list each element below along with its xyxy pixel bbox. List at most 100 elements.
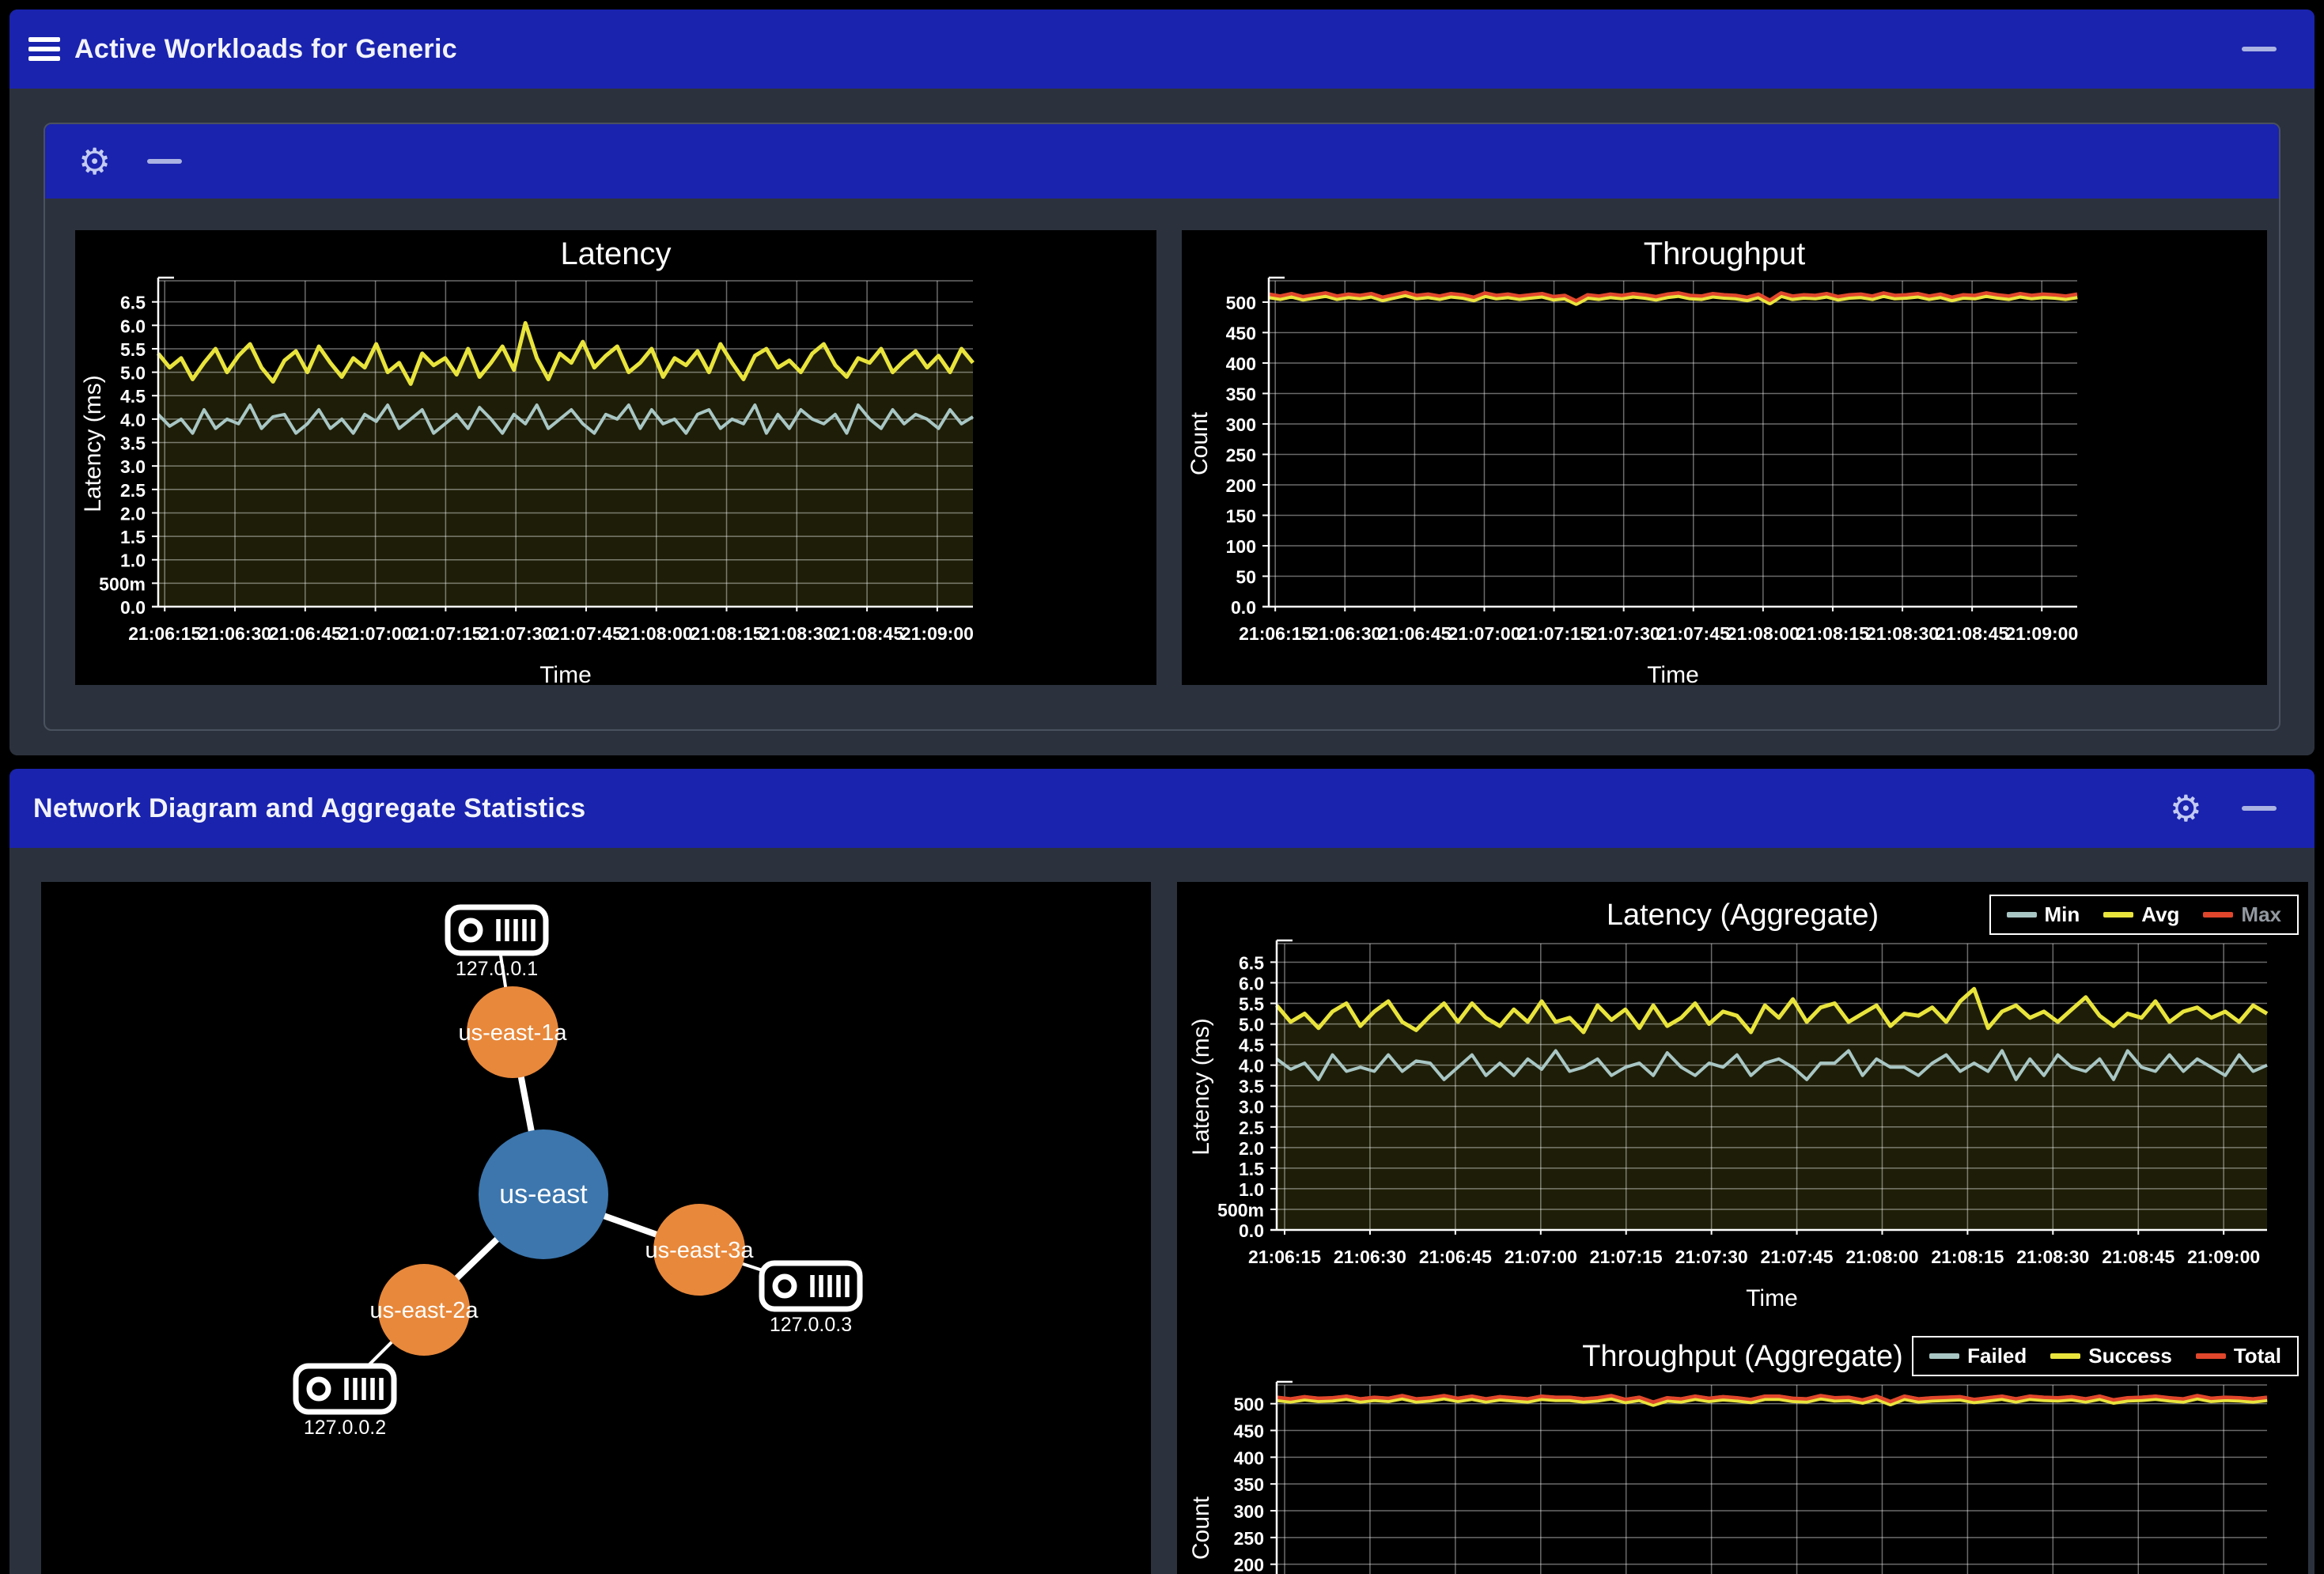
legend-label: Success (2088, 1344, 2172, 1368)
svg-text:0.0: 0.0 (1239, 1220, 1264, 1241)
svg-text:1.0: 1.0 (1239, 1179, 1264, 1200)
svg-text:21:07:45: 21:07:45 (550, 623, 623, 644)
svg-text:21:07:45: 21:07:45 (1657, 623, 1730, 644)
legend-label: Total (2234, 1344, 2281, 1368)
legend-item-avg[interactable]: Avg (2103, 902, 2179, 927)
aggregate-charts: Latency (Aggregate) Min Avg Max 0.0500m1.0… (1177, 882, 2308, 1574)
svg-text:Latency (ms): Latency (ms) (80, 375, 106, 512)
svg-text:6.5: 6.5 (120, 293, 146, 313)
svg-text:5.5: 5.5 (120, 339, 146, 360)
svg-text:Count: Count (1187, 411, 1213, 475)
svg-text:21:08:30: 21:08:30 (2016, 1247, 2089, 1267)
svg-text:21:08:00: 21:08:00 (1727, 623, 1800, 644)
svg-text:21:07:00: 21:07:00 (1448, 623, 1520, 644)
svg-text:2.5: 2.5 (1239, 1118, 1264, 1138)
workloads-panel-title: Active Workloads for Generic (74, 34, 457, 65)
svg-text:21:08:45: 21:08:45 (1936, 623, 2008, 644)
svg-text:21:09:00: 21:09:00 (901, 623, 974, 644)
legend-swatch (2050, 1353, 2080, 1359)
svg-text:4.5: 4.5 (120, 386, 146, 407)
svg-text:21:07:30: 21:07:30 (1675, 1247, 1748, 1267)
svg-text:450: 450 (1234, 1421, 1264, 1442)
svg-text:21:08:45: 21:08:45 (831, 623, 903, 644)
legend-label: Min (2045, 902, 2080, 927)
svg-text:500m: 500m (1217, 1200, 1264, 1220)
collapse-panel-icon[interactable] (2242, 806, 2277, 811)
legend-item-success[interactable]: Success (2050, 1344, 2172, 1368)
network-diagram-canvas: 127.0.0.1127.0.0.2127.0.0.3us-east-1aus-… (41, 882, 1151, 1574)
legend-item-min[interactable]: Min (2007, 902, 2080, 927)
svg-text:450: 450 (1226, 323, 1256, 343)
svg-text:21:06:15: 21:06:15 (128, 623, 201, 644)
svg-text:21:08:30: 21:08:30 (760, 623, 833, 644)
workloads-panel: Active Workloads for Generic ⚙ Latency 0… (9, 9, 2315, 755)
svg-text:21:09:00: 21:09:00 (2187, 1247, 2260, 1267)
menu-icon[interactable] (28, 37, 60, 61)
legend-item-max[interactable]: Max (2203, 902, 2281, 927)
svg-text:2.0: 2.0 (120, 503, 146, 524)
svg-text:500: 500 (1226, 293, 1256, 313)
legend-item-failed[interactable]: Failed (1929, 1344, 2027, 1368)
region-node-label: us-east (499, 1179, 588, 1209)
svg-text:Time: Time (539, 662, 592, 686)
zone-node-label: us-east-3a (645, 1238, 754, 1263)
legend-swatch (2103, 912, 2133, 918)
throughput-aggregate-head: Throughput (Aggregate) Failed Success Tota… (1177, 1334, 2308, 1379)
server-ip-label: 127.0.0.2 (304, 1417, 386, 1439)
throughput-plot: 0.05010015020025030035040045050021:06:15… (1182, 274, 2267, 686)
network-diagram: 127.0.0.1127.0.0.2127.0.0.3us-east-1aus-… (41, 882, 1151, 1574)
svg-text:1.0: 1.0 (120, 551, 146, 571)
svg-text:21:06:30: 21:06:30 (1308, 623, 1381, 644)
svg-text:4.5: 4.5 (1239, 1035, 1264, 1056)
svg-text:1.5: 1.5 (120, 527, 146, 547)
svg-text:3.5: 3.5 (1239, 1076, 1264, 1097)
legend-swatch (2196, 1353, 2226, 1359)
svg-text:100: 100 (1226, 536, 1256, 557)
svg-text:21:06:30: 21:06:30 (199, 623, 271, 644)
collapse-panel-icon[interactable] (2242, 47, 2277, 51)
svg-text:2.0: 2.0 (1239, 1138, 1264, 1159)
svg-text:50: 50 (1236, 566, 1256, 587)
server-icon[interactable] (762, 1263, 860, 1309)
throughput-aggregate-title: Throughput (Aggregate) (1582, 1334, 1903, 1379)
latency-aggregate-head: Latency (Aggregate) Min Avg Max (1177, 893, 2308, 937)
svg-text:21:07:30: 21:07:30 (1588, 623, 1660, 644)
workloads-subcard: ⚙ Latency 0.0500m1.01.52.02.53.03.54.04.… (44, 123, 2280, 731)
network-panel-header: Network Diagram and Aggregate Statistics… (9, 769, 2315, 848)
svg-text:300: 300 (1234, 1501, 1264, 1522)
svg-text:3.0: 3.0 (1239, 1097, 1264, 1118)
server-ip-label: 127.0.0.3 (770, 1314, 852, 1336)
zone-node-label: us-east-1a (458, 1020, 567, 1046)
gear-icon[interactable]: ⚙ (78, 143, 111, 180)
svg-text:250: 250 (1234, 1528, 1264, 1549)
svg-text:21:08:15: 21:08:15 (1931, 1247, 2004, 1267)
server-icon[interactable] (296, 1366, 394, 1412)
svg-text:6.5: 6.5 (1239, 952, 1264, 973)
svg-text:21:07:30: 21:07:30 (479, 623, 552, 644)
latency-aggregate-legend: Min Avg Max (1989, 895, 2299, 935)
svg-text:200: 200 (1226, 475, 1256, 496)
svg-text:21:07:45: 21:07:45 (1761, 1247, 1834, 1267)
legend-swatch (1929, 1353, 1959, 1359)
collapse-subcard-icon[interactable] (147, 159, 182, 164)
svg-text:21:07:15: 21:07:15 (1590, 1247, 1663, 1267)
svg-text:400: 400 (1226, 354, 1256, 374)
legend-swatch (2203, 912, 2233, 918)
svg-text:150: 150 (1226, 505, 1256, 526)
svg-text:21:06:45: 21:06:45 (1378, 623, 1451, 644)
svg-text:Latency (ms): Latency (ms) (1188, 1018, 1214, 1155)
legend-item-total[interactable]: Total (2196, 1344, 2281, 1368)
svg-text:Time: Time (1746, 1285, 1798, 1309)
gear-icon[interactable]: ⚙ (2170, 790, 2202, 827)
svg-text:21:08:00: 21:08:00 (1845, 1247, 1918, 1267)
latency-aggregate-title: Latency (Aggregate) (1607, 893, 1879, 937)
server-icon[interactable] (448, 907, 546, 953)
svg-text:350: 350 (1234, 1474, 1264, 1495)
svg-text:250: 250 (1226, 445, 1256, 465)
zone-node-label: us-east-2a (369, 1298, 479, 1323)
svg-text:4.0: 4.0 (120, 410, 146, 430)
svg-text:500m: 500m (99, 573, 146, 594)
latency-plot: 0.0500m1.01.52.02.53.03.54.04.55.05.56.0… (75, 274, 1156, 686)
svg-text:21:08:15: 21:08:15 (1796, 623, 1869, 644)
svg-text:3.5: 3.5 (120, 433, 146, 454)
